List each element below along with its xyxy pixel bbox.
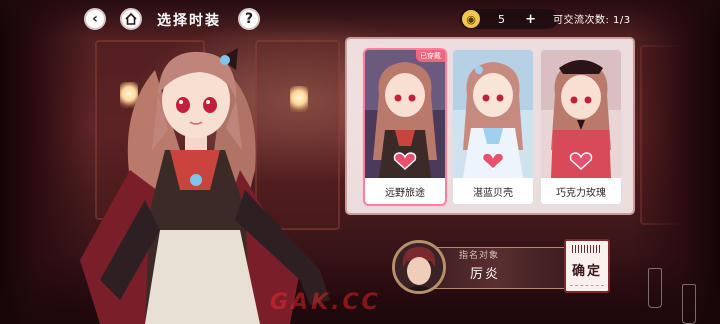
- watermark: GAK.CC: [270, 290, 381, 315]
- home-icon: [125, 13, 137, 25]
- confirm-button[interactable]: 确定: [564, 239, 610, 293]
- wine-glass: [648, 268, 662, 308]
- exchange-count: 可交流次数: 1/3: [553, 15, 631, 26]
- outfit-card[interactable]: 湛蓝贝壳: [451, 48, 535, 206]
- coin-icon: ◉: [462, 10, 480, 28]
- outfit-selection-panel: 已穿戴 远野旅途 湛蓝贝壳 巧克力玫瑰: [345, 37, 635, 215]
- target-label: 指名对象: [459, 251, 500, 261]
- outfit-name: 湛蓝贝壳: [453, 178, 533, 204]
- page-title: 选择时装: [157, 13, 221, 29]
- currency-amount: 5: [498, 12, 505, 26]
- outfit-name: 巧克力玫瑰: [541, 178, 621, 204]
- target-portrait: [395, 243, 443, 291]
- ticket-perforation: [570, 285, 604, 287]
- add-currency-button[interactable]: +: [525, 12, 536, 27]
- heart-icon: [569, 152, 593, 170]
- confirm-label: 确定: [571, 264, 602, 279]
- currency-display: ◉ 5 +: [460, 9, 558, 29]
- equipped-badge: 已穿戴: [416, 50, 445, 62]
- outfit-card[interactable]: 已穿戴 远野旅途: [363, 48, 447, 206]
- help-button[interactable]: ?: [238, 8, 260, 30]
- chevron-left-icon: ‹: [92, 11, 98, 27]
- outfit-name: 远野旅途: [365, 178, 445, 204]
- question-icon: ?: [244, 11, 254, 27]
- target-avatar[interactable]: [392, 240, 446, 294]
- heart-icon: [393, 152, 417, 170]
- barcode-decoration: [572, 245, 602, 253]
- designated-target-panel: 指名对象 厉炎 确定: [392, 237, 640, 295]
- outfit-card[interactable]: 巧克力玫瑰: [539, 48, 623, 206]
- back-button[interactable]: ‹: [84, 8, 106, 30]
- character-portrait: [80, 48, 330, 324]
- target-name: 厉炎: [470, 267, 501, 282]
- home-button[interactable]: [120, 8, 142, 30]
- wine-glass: [682, 284, 696, 324]
- top-bar: ‹ 选择时装 ? ◉ 5 + 可交流次数: 1/3: [0, 0, 720, 38]
- heart-icon: [481, 152, 505, 170]
